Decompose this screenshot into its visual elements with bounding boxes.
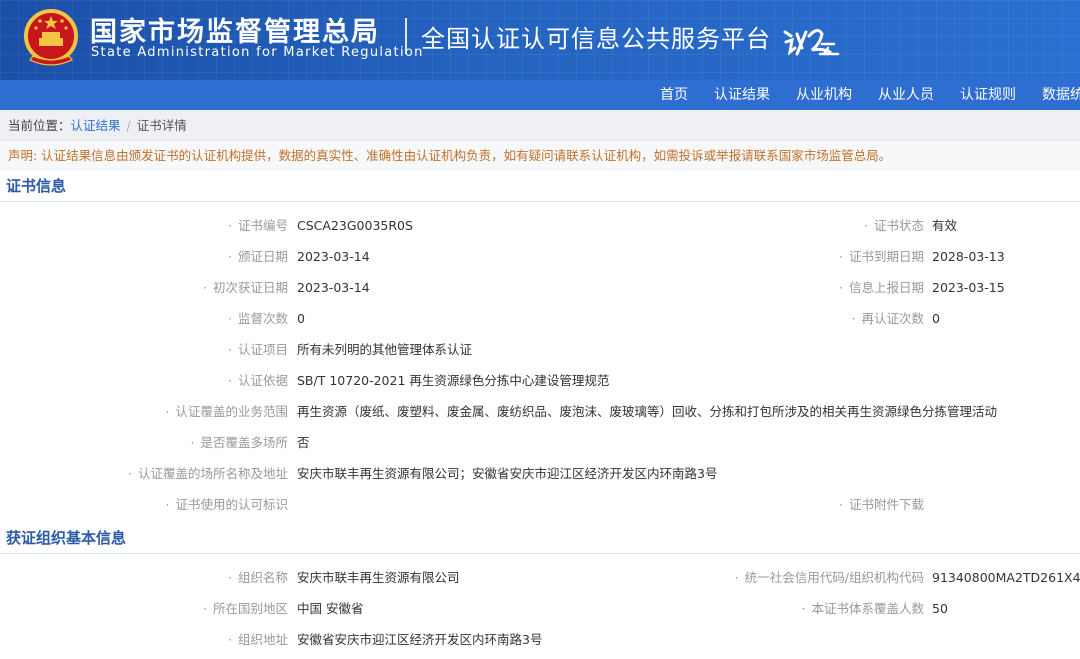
site-header: 国家市场监督管理总局 State Administration for Mark… <box>0 0 1080 80</box>
org-name-value: 安庆市联丰再生资源有限公司 <box>297 570 460 585</box>
nav-cert-results[interactable]: 认证结果 <box>714 80 770 110</box>
cert-row: 证书使用的认可标识 证书附件下载 <box>0 489 1080 520</box>
national-emblem-icon <box>24 9 78 66</box>
field-label: 统一社会信用代码/组织机构代码 <box>624 562 924 593</box>
field-label: 本证书体系覆盖人数 <box>624 593 924 624</box>
cert-row: 证书编号 CSCA23G0035R0S 证书状态 有效 <box>0 210 1080 241</box>
field-label: 信息上报日期 <box>624 272 924 303</box>
field-label: 组织地址 <box>0 624 288 655</box>
field-label: 认证覆盖的业务范围 <box>0 396 288 427</box>
org-info-list: 组织名称 安庆市联丰再生资源有限公司 统一社会信用代码/组织机构代码 91340… <box>0 554 1080 655</box>
expiry-date-value: 2028-03-13 <box>932 249 1005 264</box>
cert-row: 认证依据 SB/T 10720-2021 再生资源绿色分拣中心建设管理规范 <box>0 365 1080 396</box>
surveillance-count-value: 0 <box>297 311 305 326</box>
nav-home[interactable]: 首页 <box>660 80 688 110</box>
nav-cert-rules[interactable]: 认证规则 <box>960 80 1016 110</box>
business-scope-value: 再生资源（废纸、废塑料、废金属、废纺织品、废泡沫、废玻璃等）回收、分拣和打包所涉… <box>297 404 998 419</box>
first-issue-date-value: 2023-03-14 <box>297 280 370 295</box>
platform-title: 全国认证认可信息公共服务平台 <box>421 25 771 53</box>
field-label: 认证覆盖的场所名称及地址 <box>0 458 288 489</box>
cert-row: 初次获证日期 2023-03-14 信息上报日期 2023-03-15 <box>0 272 1080 303</box>
region-value: 中国 安徽省 <box>297 601 364 616</box>
cert-info-list: 证书编号 CSCA23G0035R0S 证书状态 有效 颁证日期 2023-03… <box>0 202 1080 520</box>
field-label: 证书使用的认可标识 <box>0 489 288 520</box>
breadcrumb: 当前位置：认证结果 / 证书详情 <box>0 110 1080 141</box>
breadcrumb-separator: / <box>126 118 131 133</box>
cert-project-value: 所有未列明的其他管理体系认证 <box>297 342 473 357</box>
field-label: 是否覆盖多场所 <box>0 427 288 458</box>
covered-headcount-value: 50 <box>932 601 948 616</box>
org-row: 组织名称 安庆市联丰再生资源有限公司 统一社会信用代码/组织机构代码 91340… <box>0 562 1080 593</box>
cert-row: 是否覆盖多场所 否 <box>0 427 1080 458</box>
agency-name-en: State Administration for Market Regulati… <box>91 45 424 60</box>
org-address-value: 安徽省安庆市迎江区经济开发区内环南路3号 <box>297 632 543 647</box>
breadcrumb-link-results[interactable]: 认证结果 <box>71 118 121 133</box>
issue-date-value: 2023-03-14 <box>297 249 370 264</box>
nav-institutions[interactable]: 从业机构 <box>796 80 852 110</box>
breadcrumb-prefix: 当前位置： <box>8 118 71 133</box>
field-label: 证书状态 <box>624 210 924 241</box>
field-label: 认证依据 <box>0 365 288 396</box>
section-title-cert: 证书信息 <box>0 171 1080 202</box>
cert-row: 认证项目 所有未列明的其他管理体系认证 <box>0 334 1080 365</box>
multi-site-value: 否 <box>297 435 310 450</box>
field-label: 初次获证日期 <box>0 272 288 303</box>
field-label: 再认证次数 <box>624 303 924 334</box>
cert-row: 颁证日期 2023-03-14 证书到期日期 2028-03-13 <box>0 241 1080 272</box>
site-address-value: 安庆市联丰再生资源有限公司；安徽省安庆市迎江区经济开发区内环南路3号 <box>297 466 718 481</box>
header-divider <box>405 18 407 54</box>
breadcrumb-current: 证书详情 <box>136 118 187 133</box>
field-label: 颁证日期 <box>0 241 288 272</box>
field-label: 组织名称 <box>0 562 288 593</box>
cert-row: 认证覆盖的业务范围 再生资源（废纸、废塑料、废金属、废纺织品、废泡沫、废玻璃等）… <box>0 396 1080 427</box>
field-label: 证书编号 <box>0 210 288 241</box>
cert-number-value: CSCA23G0035R0S <box>297 218 413 233</box>
section-title-org: 获证组织基本信息 <box>0 523 1080 554</box>
field-label: 所在国别地区 <box>0 593 288 624</box>
cert-row: 监督次数 0 再认证次数 0 <box>0 303 1080 334</box>
nav-personnel[interactable]: 从业人员 <box>878 80 934 110</box>
org-row: 组织地址 安徽省安庆市迎江区经济开发区内环南路3号 <box>0 624 1080 655</box>
platform-logo-icon <box>783 29 840 56</box>
field-label: 证书到期日期 <box>624 241 924 272</box>
nav-statistics[interactable]: 数据统 <box>1042 80 1080 110</box>
cert-basis-value: SB/T 10720-2021 再生资源绿色分拣中心建设管理规范 <box>297 373 610 388</box>
cert-row: 认证覆盖的场所名称及地址 安庆市联丰再生资源有限公司；安徽省安庆市迎江区经济开发… <box>0 458 1080 489</box>
main-nav: 首页 认证结果 从业机构 从业人员 认证规则 数据统 <box>0 80 1080 110</box>
cert-status-value: 有效 <box>932 218 958 233</box>
cert-attachment-download[interactable]: 证书附件下载 <box>624 489 924 520</box>
recert-count-value: 0 <box>932 311 940 326</box>
credit-code-value: 91340800MA2TD261X4 <box>932 570 1080 585</box>
field-label: 认证项目 <box>0 334 288 365</box>
field-label: 监督次数 <box>0 303 288 334</box>
disclaimer-notice: 声明: 认证结果信息由颁发证书的认证机构提供，数据的真实性、准确性由认证机构负责… <box>0 141 1080 171</box>
report-date-value: 2023-03-15 <box>932 280 1005 295</box>
org-row: 所在国别地区 中国 安徽省 本证书体系覆盖人数 50 <box>0 593 1080 624</box>
agency-name-cn: 国家市场监督管理总局 <box>90 17 380 48</box>
